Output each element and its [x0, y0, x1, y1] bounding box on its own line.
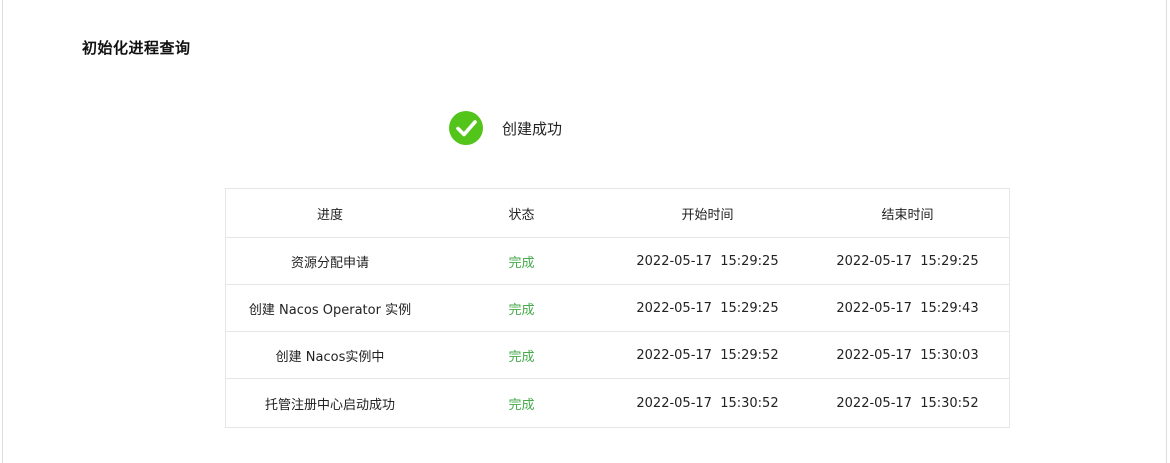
- table-row: 创建 Nacos实例中 完成 2022-05-17 15:29:52 2022-…: [226, 332, 1009, 379]
- start-time: 2022-05-17 15:29:25: [636, 300, 779, 316]
- step-state: 完成: [508, 255, 535, 271]
- header-start-time: 开始时间: [681, 207, 734, 223]
- progress-table: 进度 状态 开始时间 结束时间 资源分配申请 完成 2022-05-17 15:…: [225, 188, 1010, 428]
- end-time: 2022-05-17 15:29:43: [836, 300, 979, 316]
- start-time: 2022-05-17 15:29:52: [636, 347, 779, 363]
- table-header-row: 进度 状态 开始时间 结束时间: [226, 189, 1009, 238]
- header-end-time: 结束时间: [881, 207, 934, 223]
- step-state: 完成: [508, 397, 535, 413]
- end-time: 2022-05-17 15:30:03: [836, 347, 979, 363]
- step-name: 创建 Nacos实例中: [275, 349, 385, 365]
- check-circle-icon: [449, 111, 483, 145]
- status-row: 创建成功: [449, 111, 562, 145]
- step-state: 完成: [508, 349, 535, 365]
- start-time: 2022-05-17 15:30:52: [636, 395, 779, 411]
- start-time: 2022-05-17 15:29:25: [636, 253, 779, 269]
- status-text: 创建成功: [502, 119, 563, 138]
- page-container: 初始化进程查询 创建成功 进度 状态 开始时间 结束时间 资源分配申请 完成 2…: [2, 0, 1167, 463]
- end-time: 2022-05-17 15:30:52: [836, 395, 979, 411]
- step-name: 资源分配申请: [290, 255, 369, 271]
- header-step: 进度: [316, 207, 343, 223]
- step-name: 托管注册中心启动成功: [264, 397, 395, 413]
- table-row: 托管注册中心启动成功 完成 2022-05-17 15:30:52 2022-0…: [226, 379, 1009, 427]
- step-name: 创建 Nacos Operator 实例: [248, 302, 412, 318]
- header-state: 状态: [508, 207, 535, 223]
- step-state: 完成: [508, 302, 535, 318]
- table-row: 资源分配申请 完成 2022-05-17 15:29:25 2022-05-17…: [226, 238, 1009, 285]
- end-time: 2022-05-17 15:29:25: [836, 253, 979, 269]
- page-title: 初始化进程查询: [82, 39, 191, 57]
- table-row: 创建 Nacos Operator 实例 完成 2022-05-17 15:29…: [226, 285, 1009, 332]
